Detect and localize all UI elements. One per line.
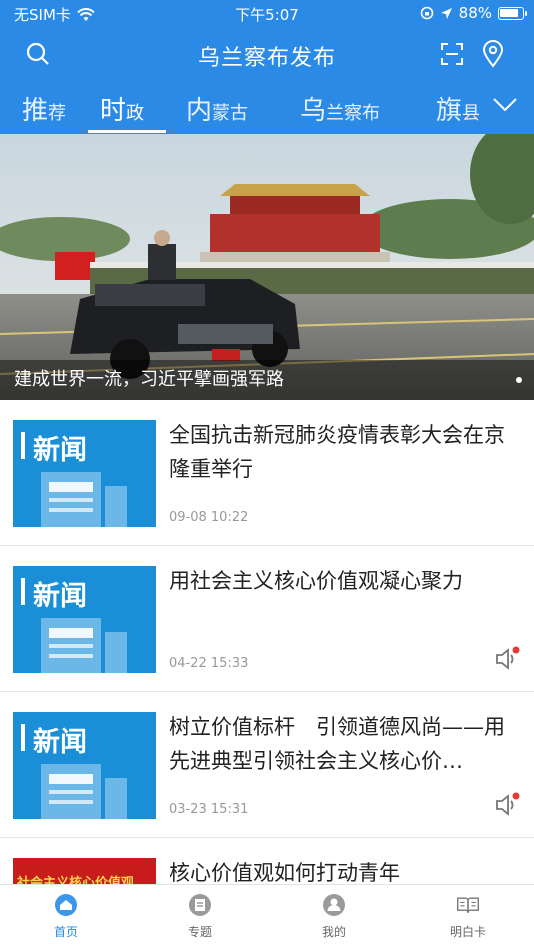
list-item[interactable]: 新闻 全国抗击新冠肺炎疫情表彰大会在京隆重举行 09-08 10:22 xyxy=(0,400,534,546)
newspaper-icon xyxy=(41,618,127,673)
news-thumbnail: 新闻 xyxy=(13,712,156,819)
tab-ulanqab[interactable]: 乌兰察布 xyxy=(300,90,380,127)
tab-banner-county[interactable]: 旗县 xyxy=(436,90,480,127)
tab-inner-mongolia[interactable]: 内蒙古 xyxy=(186,90,248,127)
carousel-dot xyxy=(516,377,522,383)
header: 无SIM卡 下午5:07 88% 乌兰察布发布 推荐 时政 内蒙古 乌兰察布 旗… xyxy=(0,0,534,134)
tab-home[interactable]: 首页 xyxy=(16,893,116,940)
banner-carousel[interactable]: 建成世界一流，习近平擘画强军路 xyxy=(0,134,534,400)
home-icon xyxy=(54,893,78,917)
app-root: 无SIM卡 下午5:07 88% 乌兰察布发布 推荐 时政 内蒙古 乌兰察布 旗… xyxy=(0,0,534,950)
tab-mine[interactable]: 我的 xyxy=(284,893,384,940)
user-icon xyxy=(322,893,346,917)
newspaper-icon xyxy=(41,472,127,527)
tab-recommend[interactable]: 推荐 xyxy=(22,90,66,127)
location-pin-icon[interactable] xyxy=(482,40,504,68)
tab-topics[interactable]: 专题 xyxy=(150,893,250,940)
battery-icon xyxy=(498,6,527,20)
bottom-tab-bar: 首页 专题 我的 明白卡 xyxy=(0,884,534,950)
newspaper-icon xyxy=(41,764,127,819)
speaker-icon[interactable] xyxy=(494,646,520,672)
list-item[interactable]: 新闻 用社会主义核心价值观凝心聚力 04-22 15:33 xyxy=(0,546,534,692)
news-list: 新闻 全国抗击新冠肺炎疫情表彰大会在京隆重举行 09-08 10:22 新闻 用… xyxy=(0,400,534,950)
list-item[interactable]: 新闻 树立价值标杆 引领道德风尚——用先进典型引领社会主义核心价… 03-23 … xyxy=(0,692,534,838)
category-tabs: 推荐 时政 内蒙古 乌兰察布 旗县 xyxy=(0,84,534,134)
tab-politics[interactable]: 时政 xyxy=(100,90,144,127)
book-icon xyxy=(456,893,480,917)
location-arrow-icon xyxy=(440,7,452,19)
speaker-icon[interactable] xyxy=(494,792,520,818)
topic-icon xyxy=(188,893,212,917)
news-title: 用社会主义核心价值观凝心聚力 xyxy=(169,569,463,593)
battery-percent: 88% xyxy=(458,4,492,22)
status-bar: 无SIM卡 下午5:07 88% xyxy=(0,0,534,28)
news-title: 全国抗击新冠肺炎疫情表彰大会在京隆重举行 xyxy=(169,423,505,481)
active-tab-indicator xyxy=(88,130,166,133)
news-date: 03-23 15:31 xyxy=(169,802,249,817)
news-date: 09-08 10:22 xyxy=(169,510,249,525)
navbar: 乌兰察布发布 xyxy=(0,30,534,78)
news-title: 树立价值标杆 引领道德风尚——用先进典型引领社会主义核心价… xyxy=(169,715,505,773)
banner-caption: 建成世界一流，习近平擘画强军路 xyxy=(0,360,534,400)
news-date: 04-22 15:33 xyxy=(169,656,249,671)
orientation-lock-icon xyxy=(420,6,433,20)
news-thumbnail: 新闻 xyxy=(13,420,156,527)
scan-icon[interactable] xyxy=(440,42,464,66)
news-thumbnail: 新闻 xyxy=(13,566,156,673)
chevron-down-icon[interactable] xyxy=(492,94,518,114)
tab-mingbaika[interactable]: 明白卡 xyxy=(418,893,518,940)
